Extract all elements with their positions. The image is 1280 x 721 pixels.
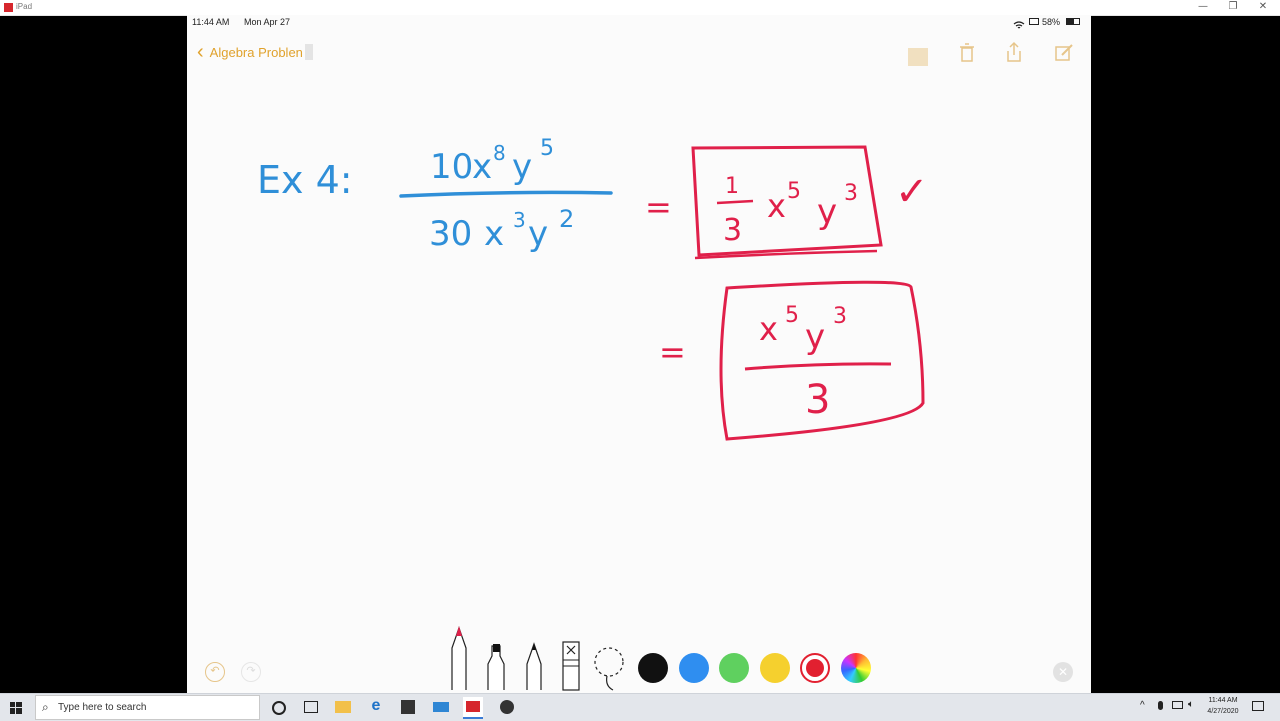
- answer1-y-exp: 3: [844, 181, 858, 206]
- denominator-x-exp: 3: [513, 208, 526, 232]
- close-window-button[interactable]: ✕: [1248, 0, 1278, 15]
- answer2-x-exp: 5: [785, 303, 799, 328]
- chrome-icon[interactable]: [497, 697, 517, 717]
- answer2-y-exp: 3: [833, 304, 847, 329]
- lasso-tool[interactable]: [593, 620, 627, 697]
- answer2-den: 3: [805, 377, 830, 423]
- color-black[interactable]: [638, 653, 668, 683]
- color-red-selected[interactable]: [800, 653, 830, 683]
- store-icon[interactable]: [398, 697, 418, 717]
- network-icon[interactable]: [1172, 701, 1183, 709]
- answer1-x: x: [767, 187, 786, 225]
- color-picker-wheel[interactable]: [841, 653, 871, 683]
- cortana-icon[interactable]: [268, 697, 288, 717]
- minimize-button[interactable]: —: [1188, 0, 1218, 15]
- mail-icon[interactable]: [431, 697, 451, 717]
- numerator-y-exp: 5: [540, 136, 554, 161]
- search-icon: ⌕: [42, 700, 49, 714]
- checkmark: ✓: [895, 169, 929, 215]
- close-icon[interactable]: ✕: [1053, 662, 1073, 682]
- answer1-frac-bar: [716, 199, 754, 205]
- answer1-x-exp: 5: [787, 179, 801, 204]
- edge-icon[interactable]: e: [366, 697, 386, 717]
- undo-icon[interactable]: ↶: [205, 662, 225, 682]
- tray-chevron-icon[interactable]: ^: [1140, 700, 1145, 711]
- redo-icon[interactable]: ↷: [241, 662, 261, 682]
- answer1-y: y: [817, 192, 837, 232]
- marker-tool[interactable]: [484, 620, 508, 697]
- taskbar: ⌕ Type here to search e ^ 🔈︎ 11:44 AM 4/…: [0, 693, 1280, 721]
- taskbar-clock-date[interactable]: 4/27/2020: [1203, 708, 1243, 715]
- file-explorer-icon[interactable]: [333, 697, 353, 717]
- denominator-y-exp: 2: [559, 205, 574, 233]
- denominator-y: y: [528, 214, 548, 254]
- task-view-icon[interactable]: [300, 697, 320, 717]
- ipad-mirror-app-icon[interactable]: [463, 697, 483, 719]
- pen-tool[interactable]: [447, 620, 471, 697]
- host-window-titlebar: iPad — ❐ ✕: [0, 0, 1280, 16]
- numerator-x-exp: 8: [493, 141, 506, 165]
- color-blue[interactable]: [679, 653, 709, 683]
- volume-icon[interactable]: 🔈︎: [1188, 699, 1194, 710]
- app-icon: [4, 3, 13, 12]
- fraction-bar: [399, 190, 613, 198]
- search-placeholder: Type here to search: [58, 702, 147, 713]
- numerator-x: x: [472, 147, 492, 187]
- answer2-y: y: [805, 317, 825, 357]
- windows-start-icon[interactable]: [10, 701, 22, 714]
- answer2-x: x: [759, 310, 778, 348]
- equals-sign-1: =: [645, 188, 672, 226]
- color-yellow[interactable]: [760, 653, 790, 683]
- eraser-tool[interactable]: [559, 620, 583, 697]
- restore-button[interactable]: ❐: [1218, 0, 1248, 15]
- numerator-y: y: [512, 147, 532, 187]
- color-green[interactable]: [719, 653, 749, 683]
- denominator-coef: 30: [429, 214, 472, 254]
- ipad-screen: 11:44 AM Mon Apr 27 58% ‹ Algebra Proble…: [187, 15, 1091, 693]
- answer1-frac-num: 1: [725, 174, 739, 199]
- pencil-tool[interactable]: [522, 620, 546, 697]
- window-title: iPad: [16, 2, 33, 11]
- answer1-frac-den: 3: [723, 213, 742, 248]
- notifications-icon[interactable]: [1252, 701, 1264, 711]
- denominator-x: x: [484, 214, 504, 254]
- taskbar-clock-time[interactable]: 11:44 AM: [1203, 697, 1243, 704]
- taskbar-search-input[interactable]: ⌕ Type here to search: [35, 695, 260, 720]
- note-canvas[interactable]: Ex 4: 10 x 8 y 5 30 x 3 y 2 = 1 3 x 5 y …: [187, 15, 1091, 693]
- microphone-icon[interactable]: [1158, 701, 1163, 710]
- equals-sign-2: =: [659, 333, 686, 371]
- example-label: Ex 4:: [257, 158, 353, 202]
- answer2-frac-bar: [744, 362, 892, 371]
- numerator-coef: 10: [430, 147, 473, 187]
